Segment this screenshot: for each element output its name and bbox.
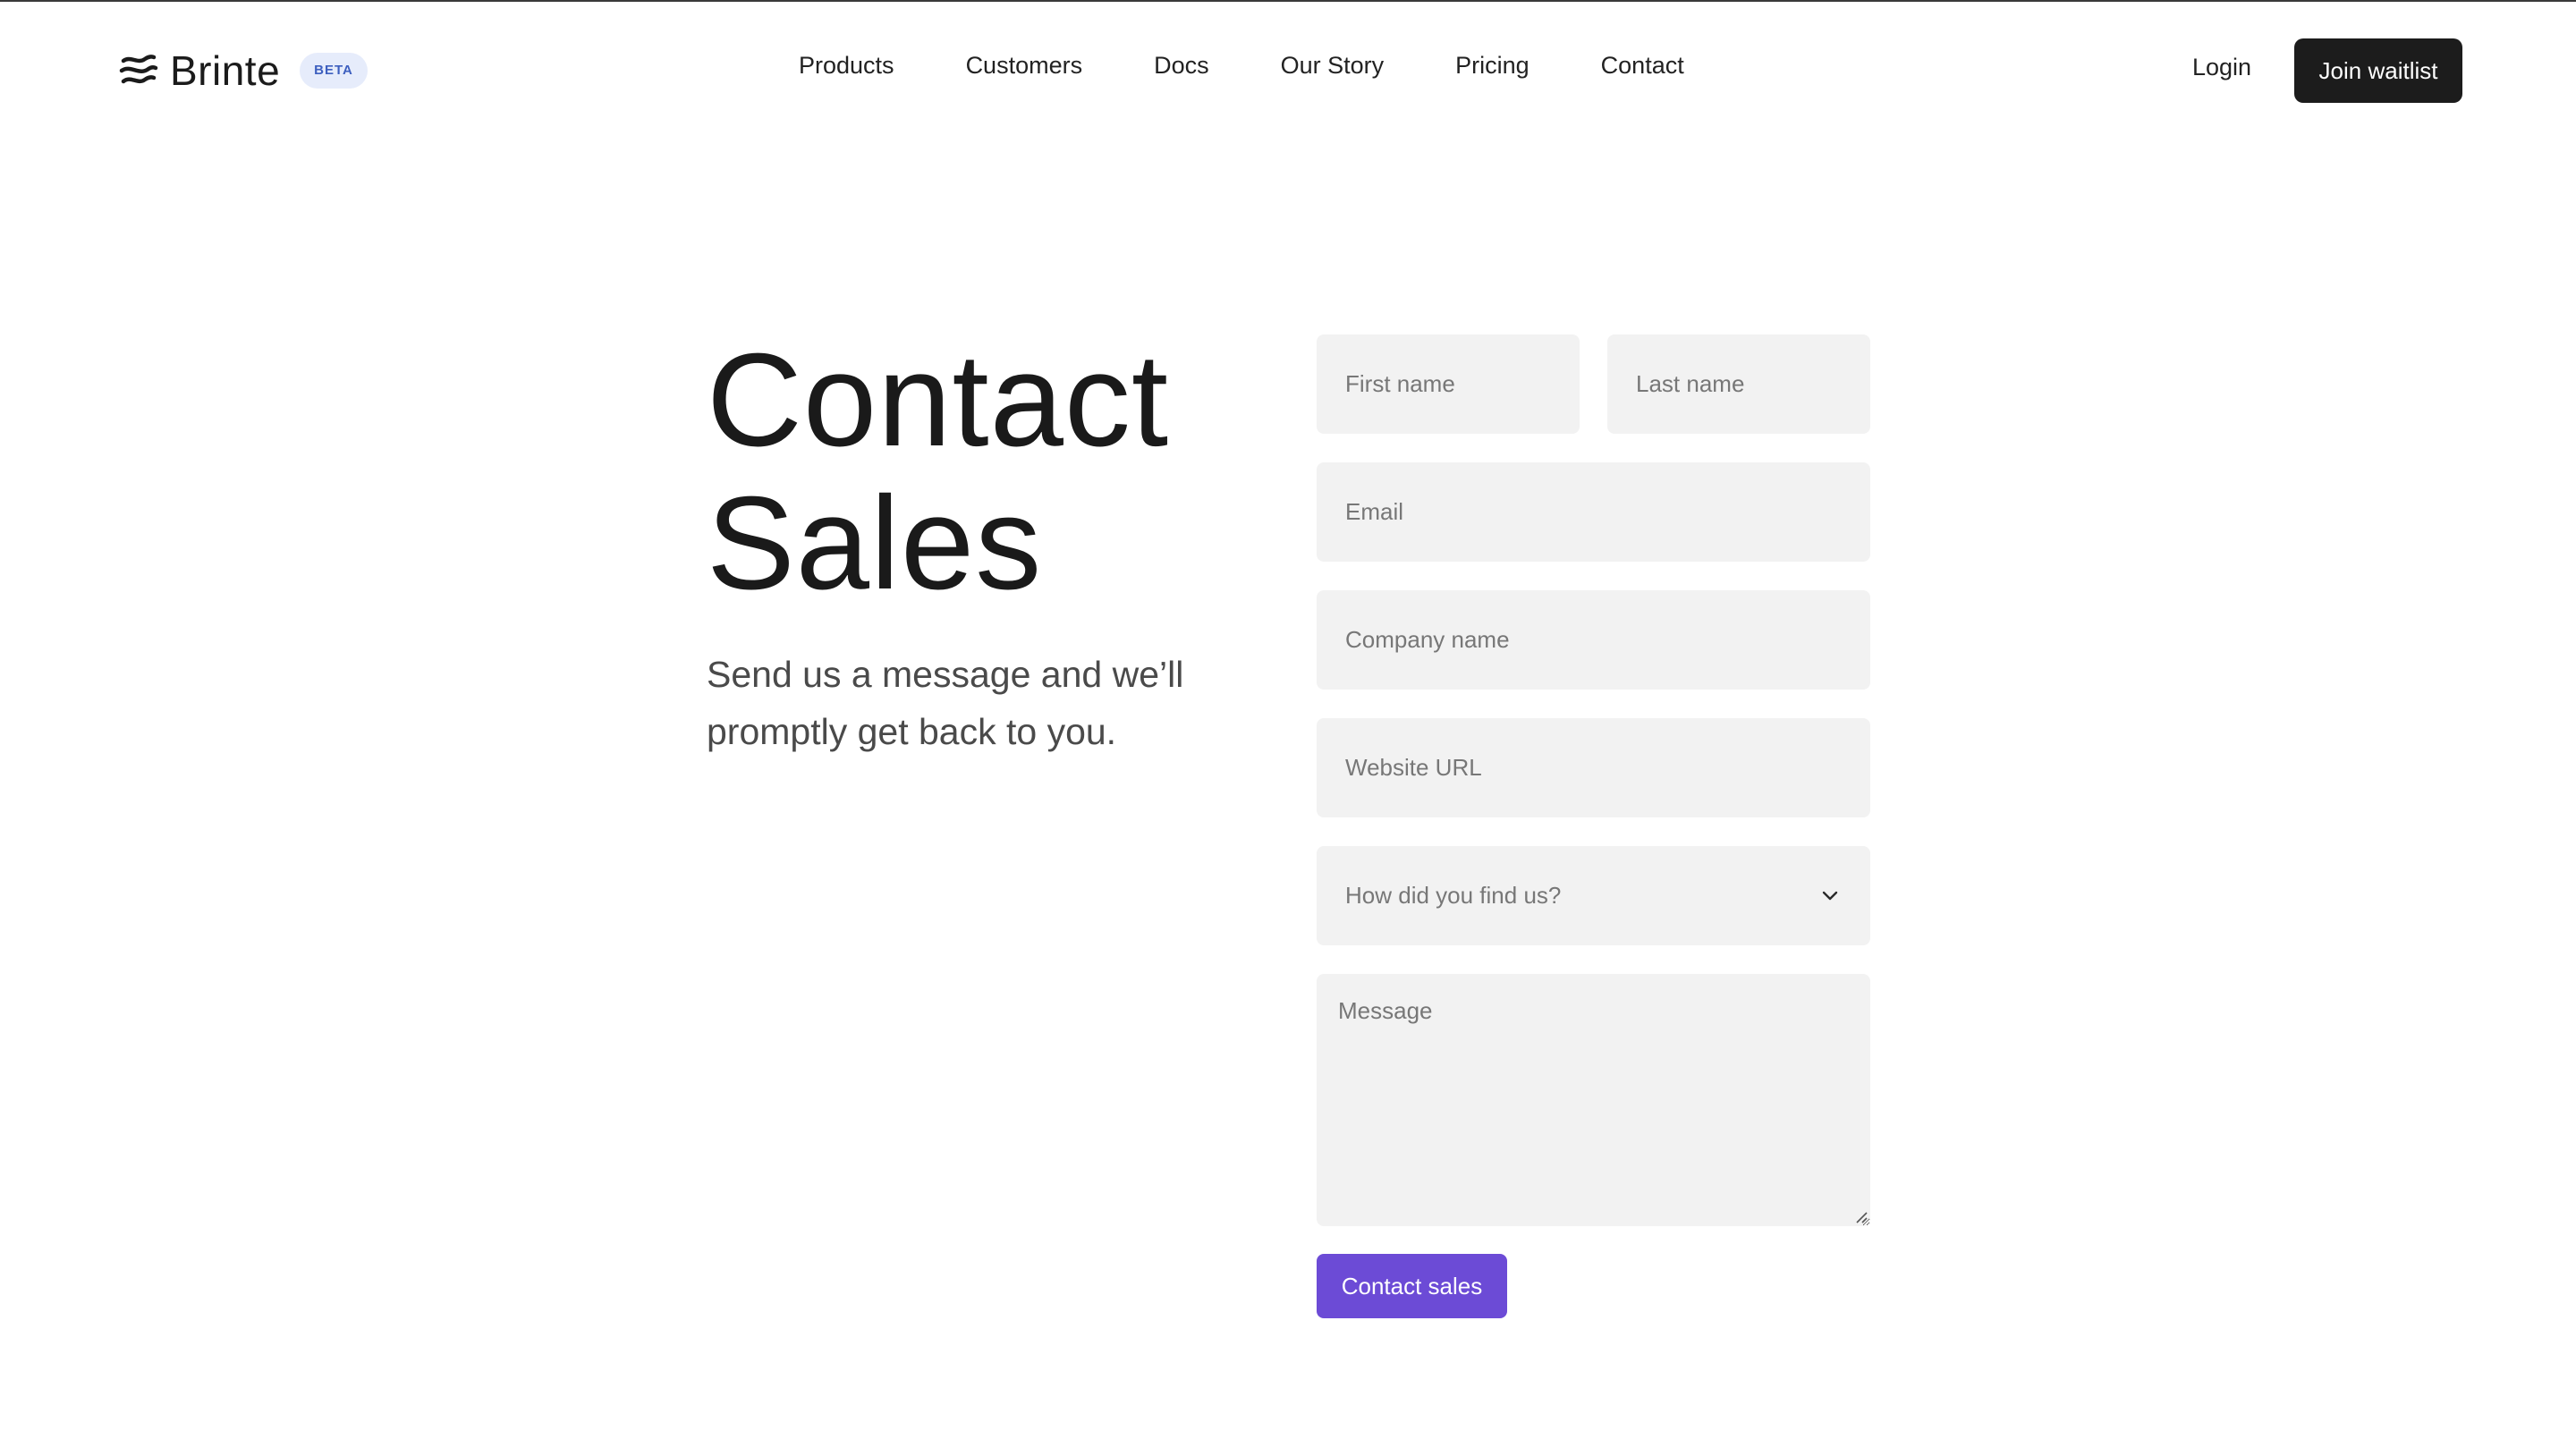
nav-link-docs[interactable]: Docs: [1154, 52, 1209, 80]
brand-name: Brinte: [170, 47, 281, 94]
brinte-logo-icon: [119, 55, 158, 84]
join-waitlist-button[interactable]: Join waitlist: [2294, 38, 2462, 103]
nav-link-pricing[interactable]: Pricing: [1455, 52, 1530, 80]
page-title-line-1: Contact: [707, 326, 1170, 474]
email-input[interactable]: [1317, 462, 1870, 562]
nav-link-products[interactable]: Products: [799, 52, 894, 80]
chevron-down-icon: [1822, 891, 1838, 900]
resize-handle-icon[interactable]: [1853, 1209, 1868, 1223]
top-navigation: Brinte BETA Products Customers Docs Our …: [0, 2, 2576, 136]
page-title-line-2: Sales: [707, 470, 1043, 617]
beta-badge: BETA: [300, 53, 368, 89]
last-name-input[interactable]: [1607, 334, 1870, 434]
contact-sales-button[interactable]: Contact sales: [1317, 1254, 1507, 1318]
nav-link-our-story[interactable]: Our Story: [1281, 52, 1385, 80]
main-nav: Products Customers Docs Our Story Pricin…: [799, 52, 1684, 80]
website-url-input[interactable]: [1317, 718, 1870, 817]
message-textarea[interactable]: [1317, 974, 1870, 1226]
first-name-input[interactable]: [1317, 334, 1580, 434]
page-subtitle: Send us a message and we’ll promptly get…: [707, 654, 1184, 752]
referral-source-value: How did you find us?: [1345, 882, 1562, 909]
page-title: Contact Sales: [707, 329, 1297, 615]
referral-source-select[interactable]: How did you find us?: [1317, 846, 1870, 945]
nav-link-customers[interactable]: Customers: [966, 52, 1083, 80]
login-link[interactable]: Login: [2192, 54, 2251, 81]
nav-link-contact[interactable]: Contact: [1601, 52, 1684, 80]
brand[interactable]: Brinte BETA: [118, 45, 368, 97]
company-name-input[interactable]: [1317, 590, 1870, 690]
